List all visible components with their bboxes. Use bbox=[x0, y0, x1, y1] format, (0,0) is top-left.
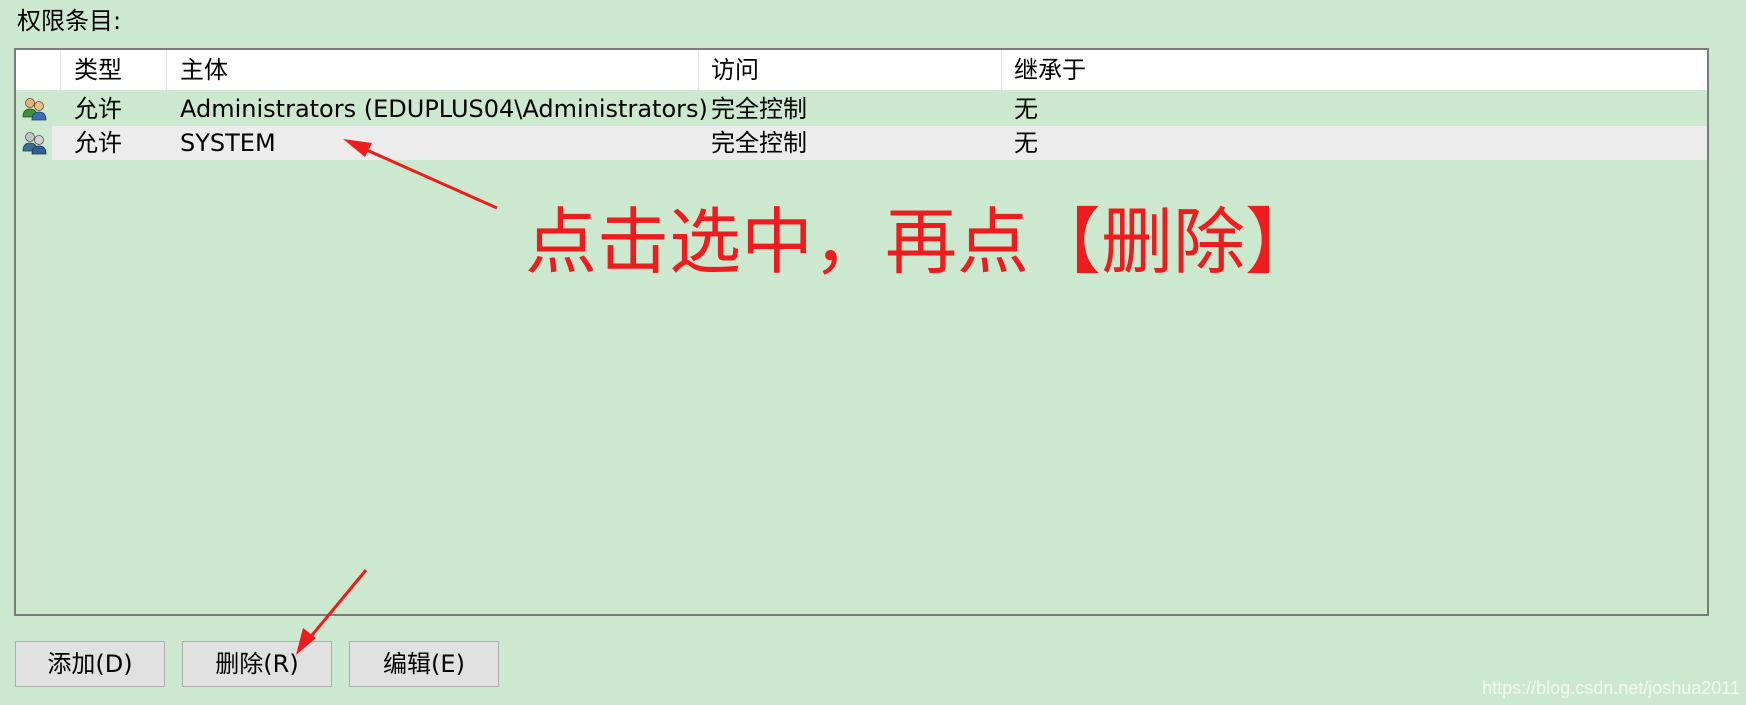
row-icon-cell bbox=[16, 92, 52, 126]
column-header-access[interactable]: 访问 bbox=[705, 50, 759, 90]
cell-inherited-from: 无 bbox=[1014, 129, 1038, 157]
cell-access: 完全控制 bbox=[711, 95, 807, 123]
cell-type: 允许 bbox=[74, 129, 122, 157]
cell-inherited-from: 无 bbox=[1014, 95, 1038, 123]
column-header-inherited-from[interactable]: 继承于 bbox=[1008, 50, 1086, 90]
list-header: 类型 主体 访问 继承于 bbox=[16, 50, 1707, 90]
permission-entries-list[interactable]: 类型 主体 访问 继承于 允许 Administrators (EDUPLUS0… bbox=[14, 48, 1709, 616]
row-icon-cell bbox=[16, 126, 52, 160]
column-separator[interactable] bbox=[60, 50, 61, 90]
user-group-icon bbox=[22, 97, 48, 121]
permission-entries-label: 权限条目: bbox=[17, 7, 122, 35]
column-separator[interactable] bbox=[1001, 50, 1002, 90]
instruction-annotation: 点击选中，再点【删除】 bbox=[525, 200, 1318, 284]
column-header-principal[interactable]: 主体 bbox=[174, 50, 228, 90]
column-separator[interactable] bbox=[698, 50, 699, 90]
column-header-type[interactable]: 类型 bbox=[68, 50, 122, 90]
edit-button[interactable]: 编辑(E) bbox=[349, 641, 499, 687]
cell-access: 完全控制 bbox=[711, 129, 807, 157]
add-button[interactable]: 添加(D) bbox=[15, 641, 165, 687]
watermark: https://blog.csdn.net/joshua2011 bbox=[1482, 678, 1740, 698]
table-row[interactable]: 允许 SYSTEM 完全控制 无 bbox=[16, 126, 1707, 160]
remove-button[interactable]: 删除(R) bbox=[182, 641, 332, 687]
cell-principal: SYSTEM bbox=[180, 129, 276, 157]
cell-type: 允许 bbox=[74, 95, 122, 123]
user-group-icon bbox=[22, 131, 48, 155]
table-row[interactable]: 允许 Administrators (EDUPLUS04\Administrat… bbox=[16, 92, 1707, 126]
cell-principal: Administrators (EDUPLUS04\Administrators… bbox=[180, 95, 708, 123]
column-separator[interactable] bbox=[166, 50, 167, 90]
